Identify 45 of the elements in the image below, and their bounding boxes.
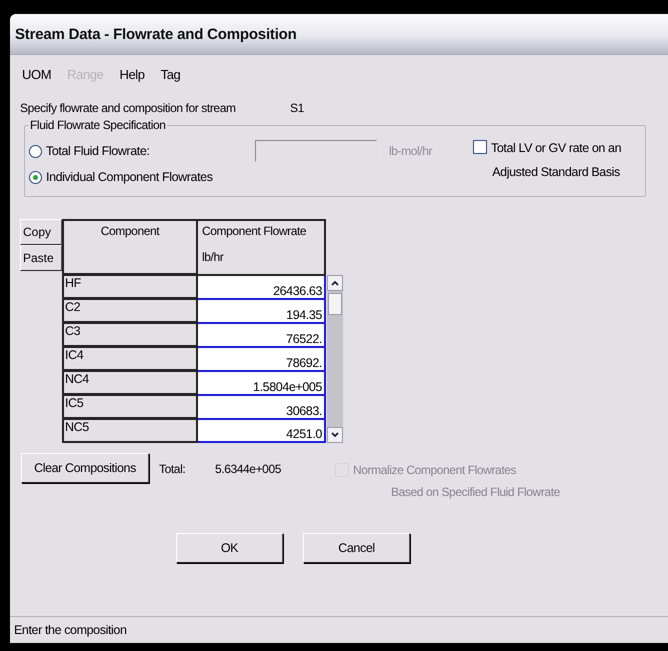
window-title: Stream Data - Flowrate and Composition (10, 14, 668, 55)
component-cell: C2 (63, 298, 197, 322)
column-header: Component Flowrate lb/hr (197, 220, 325, 274)
scroll-down-button[interactable] (327, 427, 343, 443)
flowrate-cell[interactable]: 26436.63 (197, 274, 325, 298)
checkbox-label: Total LV or GV rate on an Adjusted Standard Basis (491, 140, 622, 181)
menu-item[interactable]: UOM (18, 66, 64, 82)
paste-button[interactable]: Paste (20, 245, 62, 271)
flowrate-cell[interactable]: 4251.0 (197, 418, 325, 442)
component-cell: NC5 (63, 418, 197, 442)
checkbox[interactable] (473, 140, 487, 154)
component-cell: NC4 (63, 370, 197, 394)
total-label: Total: (158, 461, 186, 476)
scroll-up-button[interactable] (327, 275, 343, 291)
group-title: Fluid Flowrate Specification (29, 118, 167, 132)
menu-item[interactable]: Help (115, 66, 157, 82)
component-cell: HF (63, 274, 197, 298)
radio-label: Individual Component Flowrates (46, 170, 213, 184)
total-flowrate-field[interactable] (255, 140, 377, 162)
radio-button[interactable] (29, 170, 42, 184)
normalize-label: Normalize Component Flowrates Based on Specified Fluid Flowrate (353, 462, 560, 501)
radio-button[interactable] (29, 144, 42, 158)
cancel-button[interactable]: Cancel (303, 533, 410, 563)
component-cell: IC5 (63, 394, 197, 418)
caret-down-icon (331, 432, 339, 438)
flowrate-cell[interactable]: 1.5804e+005 (197, 370, 325, 394)
prompt-label: Specify flowrate and composition for stream (20, 101, 237, 115)
copy-button[interactable]: Copy (20, 219, 62, 245)
component-cell: IC4 (63, 346, 197, 370)
clear-compositions-button[interactable]: Clear Compositions (21, 453, 149, 483)
scroll-thumb[interactable] (328, 293, 342, 315)
flowrate-cell[interactable]: 30683. (197, 394, 325, 418)
radio-label: Total Fluid Flowrate: (46, 144, 150, 158)
total-value: 5.6344e+005 (215, 461, 282, 476)
component-cell: C3 (63, 322, 197, 346)
unit-label: lb-mol/hr (388, 144, 434, 158)
stream-name: S1 (290, 101, 304, 115)
flowrate-cell[interactable]: 76522. (197, 322, 325, 346)
menu-item[interactable]: Tag (156, 66, 192, 82)
column-header: Component (63, 220, 197, 274)
flowrate-cell[interactable]: 194.35 (197, 298, 325, 322)
ok-button[interactable]: OK (176, 533, 283, 563)
flowrate-cell[interactable]: 78692. (197, 346, 325, 370)
status-bar: Enter the composition (10, 616, 668, 643)
caret-up-icon (331, 280, 339, 286)
